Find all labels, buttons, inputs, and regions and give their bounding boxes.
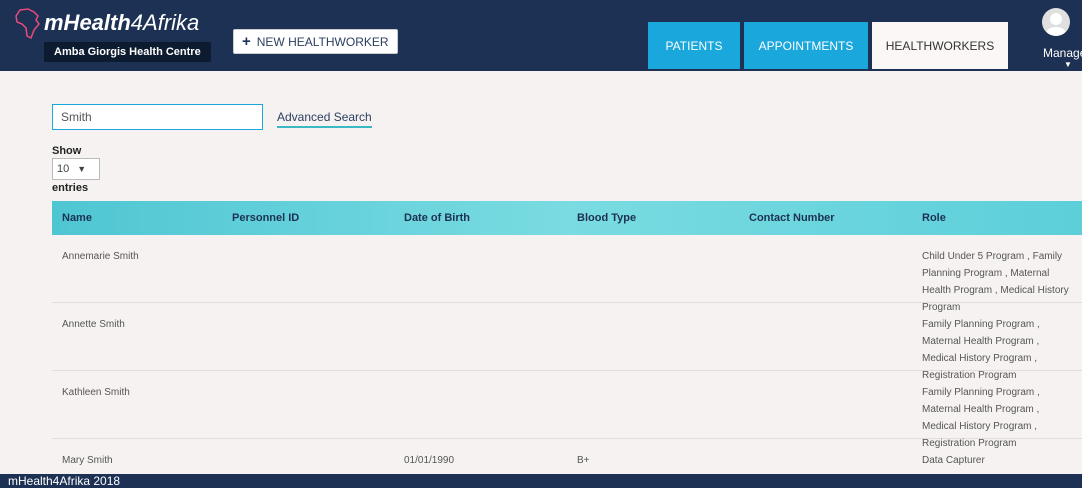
- col-header-personnel-id[interactable]: Personnel ID: [222, 212, 394, 224]
- cell-role: Data Capturer: [922, 455, 985, 466]
- nav-patients[interactable]: PATIENTS: [648, 22, 740, 69]
- africa-map-icon: [15, 8, 40, 40]
- cell-role: Family Planning Program , Maternal Healt…: [922, 387, 1040, 449]
- cell-name: Annette Smith: [62, 319, 125, 330]
- caret-down-icon: ▼: [1064, 60, 1072, 69]
- manage-label: Manage: [1043, 46, 1082, 60]
- cell-blood-type: B+: [577, 455, 590, 466]
- healthworkers-table: Name Personnel ID Date of Birth Blood Ty…: [52, 201, 1082, 475]
- col-header-name[interactable]: Name: [52, 212, 222, 224]
- cell-blood-type: [567, 235, 739, 302]
- footer: mHealth4Afrika 2018: [0, 474, 1082, 488]
- cell-personnel-id: [222, 303, 394, 370]
- nav-appointments[interactable]: APPOINTMENTS: [744, 22, 868, 69]
- table-row[interactable]: Kathleen Smith Family Planning Program ,…: [52, 371, 1082, 449]
- table-row[interactable]: Annette Smith Family Planning Program , …: [52, 303, 1082, 381]
- cell-blood-type: [567, 371, 739, 438]
- cell-dob: [394, 303, 567, 370]
- new-healthworker-label: NEW HEALTHWORKER: [256, 34, 389, 49]
- page-size-value: 10: [57, 163, 70, 175]
- cell-role: Family Planning Program , Maternal Healt…: [922, 319, 1040, 381]
- cell-name: Kathleen Smith: [62, 387, 130, 398]
- show-label: Show: [52, 145, 82, 157]
- new-healthworker-button[interactable]: + NEW HEALTHWORKER: [233, 29, 398, 54]
- search-input[interactable]: [52, 104, 263, 130]
- col-header-blood-type[interactable]: Blood Type: [567, 212, 739, 224]
- user-menu[interactable]: Manage ▼: [1032, 4, 1082, 70]
- col-header-contact[interactable]: Contact Number: [739, 212, 912, 224]
- plus-icon: +: [242, 33, 251, 50]
- cell-blood-type: [567, 303, 739, 370]
- cell-contact: [739, 303, 912, 370]
- cell-personnel-id: [222, 235, 394, 302]
- cell-contact: [739, 235, 912, 302]
- table-row[interactable]: Mary Smith 01/01/1990 B+ Data Capturer: [52, 439, 1082, 475]
- cell-role: Child Under 5 Program , Family Planning …: [922, 251, 1069, 313]
- cell-dob: 01/01/1990: [404, 455, 455, 466]
- top-bar: mHealth4Afrika Amba Giorgis Health Centr…: [0, 0, 1082, 71]
- cell-dob: [394, 371, 567, 438]
- clinic-name: Amba Giorgis Health Centre: [44, 42, 211, 62]
- cell-personnel-id: [222, 439, 394, 474]
- avatar-icon: [1042, 8, 1070, 36]
- brand-name: mHealth4Afrika: [44, 10, 200, 35]
- table-row[interactable]: Annemarie Smith Child Under 5 Program , …: [52, 235, 1082, 313]
- cell-contact: [739, 371, 912, 438]
- col-header-dob[interactable]: Date of Birth: [394, 212, 567, 224]
- page-size-select[interactable]: 10 ▼: [52, 158, 100, 180]
- advanced-search-link[interactable]: Advanced Search: [277, 110, 372, 128]
- cell-name: Mary Smith: [62, 455, 113, 466]
- cell-personnel-id: [222, 371, 394, 438]
- cell-dob: [394, 235, 567, 302]
- table-header: Name Personnel ID Date of Birth Blood Ty…: [52, 201, 1082, 235]
- brand-logo[interactable]: mHealth4Afrika Amba Giorgis Health Centr…: [14, 8, 211, 64]
- col-header-role[interactable]: Role: [912, 212, 1082, 224]
- chevron-down-icon: ▼: [77, 164, 87, 174]
- entries-label: entries: [52, 182, 89, 194]
- cell-contact: [739, 439, 912, 474]
- nav-healthworkers[interactable]: HEALTHWORKERS: [872, 22, 1008, 69]
- cell-name: Annemarie Smith: [62, 251, 139, 262]
